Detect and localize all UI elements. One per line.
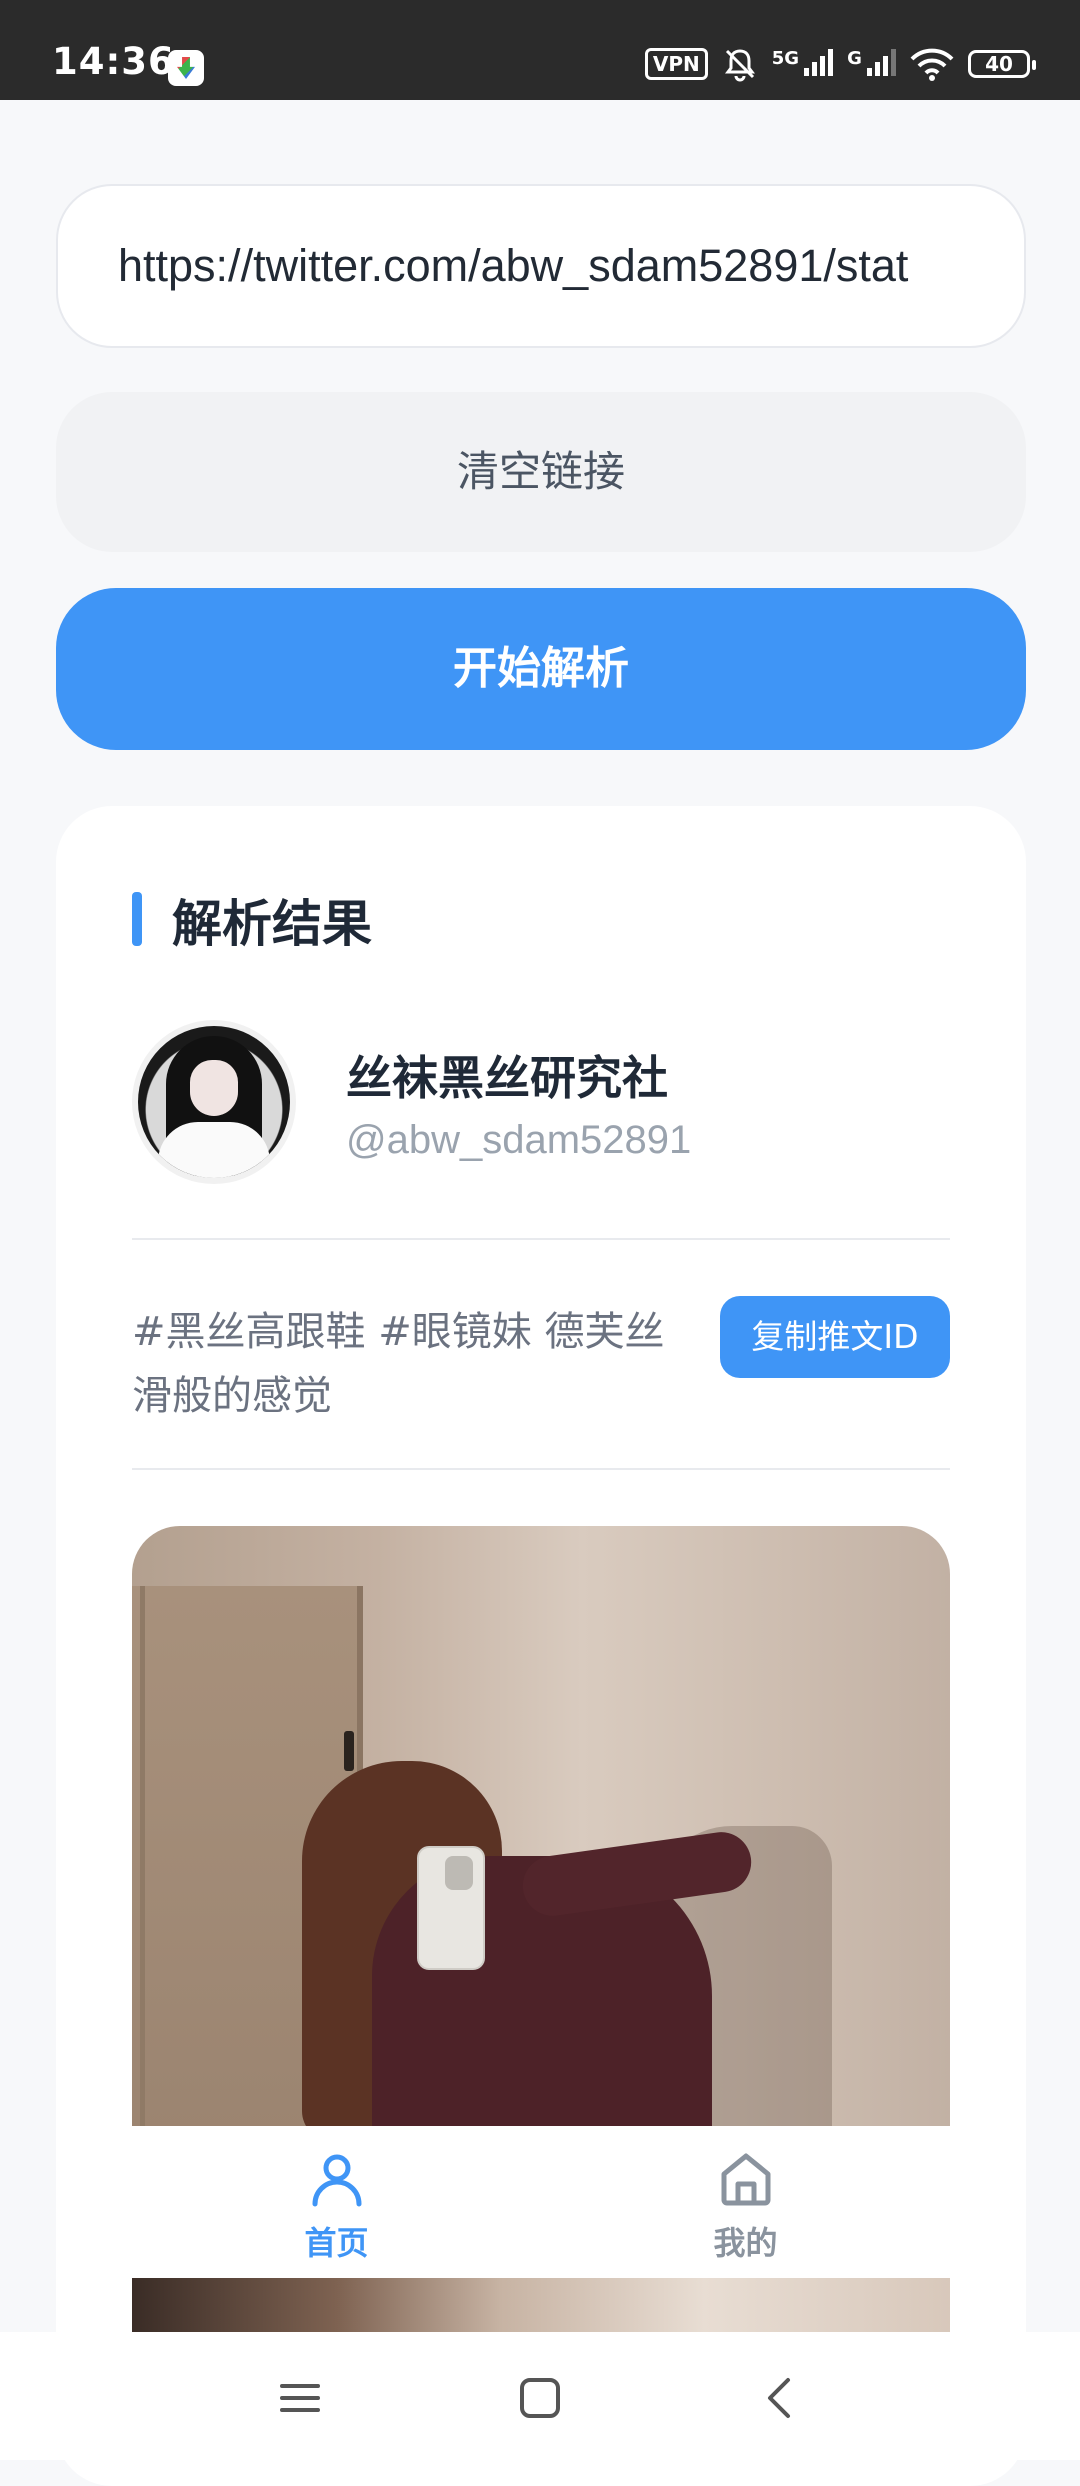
wifi-icon	[910, 48, 954, 81]
tab-mine[interactable]: 我的	[541, 2126, 950, 2278]
phone-shape	[417, 1846, 485, 1970]
tweet-media-image[interactable]	[132, 1526, 950, 2126]
signal-5g-icon: 5G	[771, 48, 834, 80]
vpn-icon: VPN	[644, 48, 708, 80]
home-square-icon[interactable]	[510, 2368, 570, 2428]
url-input[interactable]: https://twitter.com/abw_sdam52891/stat	[56, 184, 1026, 348]
net-type-label-2: G	[847, 48, 862, 69]
copy-tweet-id-button[interactable]: 复制推文ID	[720, 1296, 950, 1378]
menu-icon[interactable]	[270, 2368, 330, 2428]
battery-icon: 40	[968, 50, 1036, 78]
title-accent-bar	[132, 892, 142, 946]
status-time: 14:36	[52, 40, 175, 83]
net-type-label: 5G	[771, 48, 800, 69]
system-nav-bar	[0, 2332, 1080, 2460]
user-handle: @abw_sdam52891	[346, 1118, 692, 1162]
tab-home-label: 首页	[304, 2224, 369, 2262]
home-icon	[721, 2153, 770, 2206]
tab-home[interactable]: 首页	[132, 2126, 541, 2278]
bottom-tab-bar: 首页 我的	[132, 2126, 950, 2278]
signal-g-icon: G	[847, 48, 896, 80]
result-title: 解析结果	[172, 895, 372, 953]
tweet-media-image-2[interactable]	[132, 2278, 950, 2338]
tweet-text: #黑丝高跟鞋 #眼镜妹 德芙丝滑般的感觉	[132, 1309, 665, 1419]
user-name: 丝袜黑丝研究社	[346, 1051, 668, 1105]
clear-link-button[interactable]: 清空链接	[56, 392, 1026, 552]
tab-mine-label: 我的	[713, 2224, 778, 2262]
status-bar: 14:36 VPN 5G G 40	[0, 0, 1080, 100]
user-icon	[312, 2154, 361, 2207]
bell-muted-icon	[724, 49, 755, 82]
avatar	[132, 1020, 296, 1184]
start-parse-button[interactable]: 开始解析	[56, 588, 1026, 750]
divider	[132, 1468, 950, 1470]
divider	[132, 1238, 950, 1240]
door-handle-shape	[344, 1731, 354, 1771]
back-icon[interactable]	[750, 2368, 810, 2428]
download-app-icon	[168, 50, 204, 86]
status-icons: VPN 5G G 40	[644, 46, 1036, 82]
